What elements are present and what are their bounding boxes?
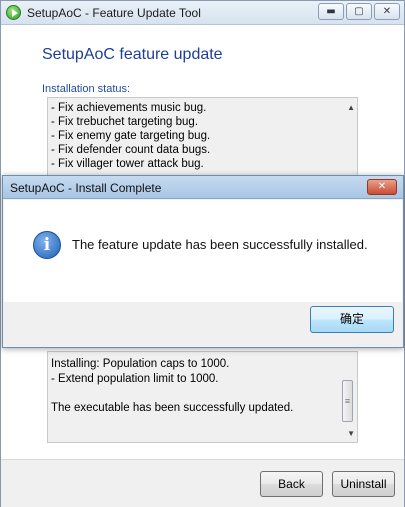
minimize-button[interactable]: ▬ [318,3,344,20]
scroll-down-arrow-icon[interactable]: ▼ [347,429,355,438]
scrollbar-thumb[interactable]: ≡ [342,380,353,422]
maximize-button[interactable]: ▢ [346,3,372,20]
log-line: - Fix trebuchet targeting bug. [51,116,199,128]
log-line: - Fix defender count data bugs. [51,144,211,156]
status-log-lower[interactable]: Installing: Population caps to 1000. - E… [47,351,358,443]
scroll-up-arrow-icon[interactable]: ▲ [347,103,355,112]
status-log-upper[interactable]: - Fix achievements music bug. - Fix treb… [47,97,358,179]
window-controls: ▬ ▢ ✕ [318,3,400,20]
dialog-title-bar[interactable]: SetupAoC - Install Complete ✕ [3,176,403,199]
log-line: - Fix enemy gate targeting bug. [51,130,211,142]
footer-bar: Back Uninstall [1,460,404,507]
log-line: - Fix achievements music bug. [51,102,207,114]
window-title: SetupAoC - Feature Update Tool [27,6,201,20]
info-icon: i [33,231,61,259]
log-lines-upper: - Fix achievements music bug. - Fix treb… [51,101,210,171]
log-lines-lower: Installing: Population caps to 1000. - E… [51,357,293,415]
dialog-close-button[interactable]: ✕ [367,179,397,195]
dialog-body: i The feature update has been successful… [4,200,402,302]
back-button[interactable]: Back [260,471,323,497]
install-complete-dialog: SetupAoC - Install Complete ✕ i The feat… [2,175,404,348]
close-button[interactable]: ✕ [374,3,400,20]
log-line: Installing: Population caps to 1000. [51,358,230,370]
page-title: SetupAoC feature update [42,46,223,63]
ok-button[interactable]: 确定 [310,306,394,333]
dialog-title: SetupAoC - Install Complete [10,181,162,195]
installation-status-label: Installation status: [42,83,131,95]
log-line: - Fix villager tower attack bug. [51,158,204,170]
log-line: - Extend population limit to 1000. [51,372,219,385]
log-line: The executable has been successfully upd… [51,401,294,414]
app-play-icon [6,5,21,20]
log-line-blank [51,386,293,401]
dialog-message: The feature update has been successfully… [72,237,368,252]
title-bar[interactable]: SetupAoC - Feature Update Tool ▬ ▢ ✕ [1,1,404,25]
uninstall-button[interactable]: Uninstall [332,471,395,497]
